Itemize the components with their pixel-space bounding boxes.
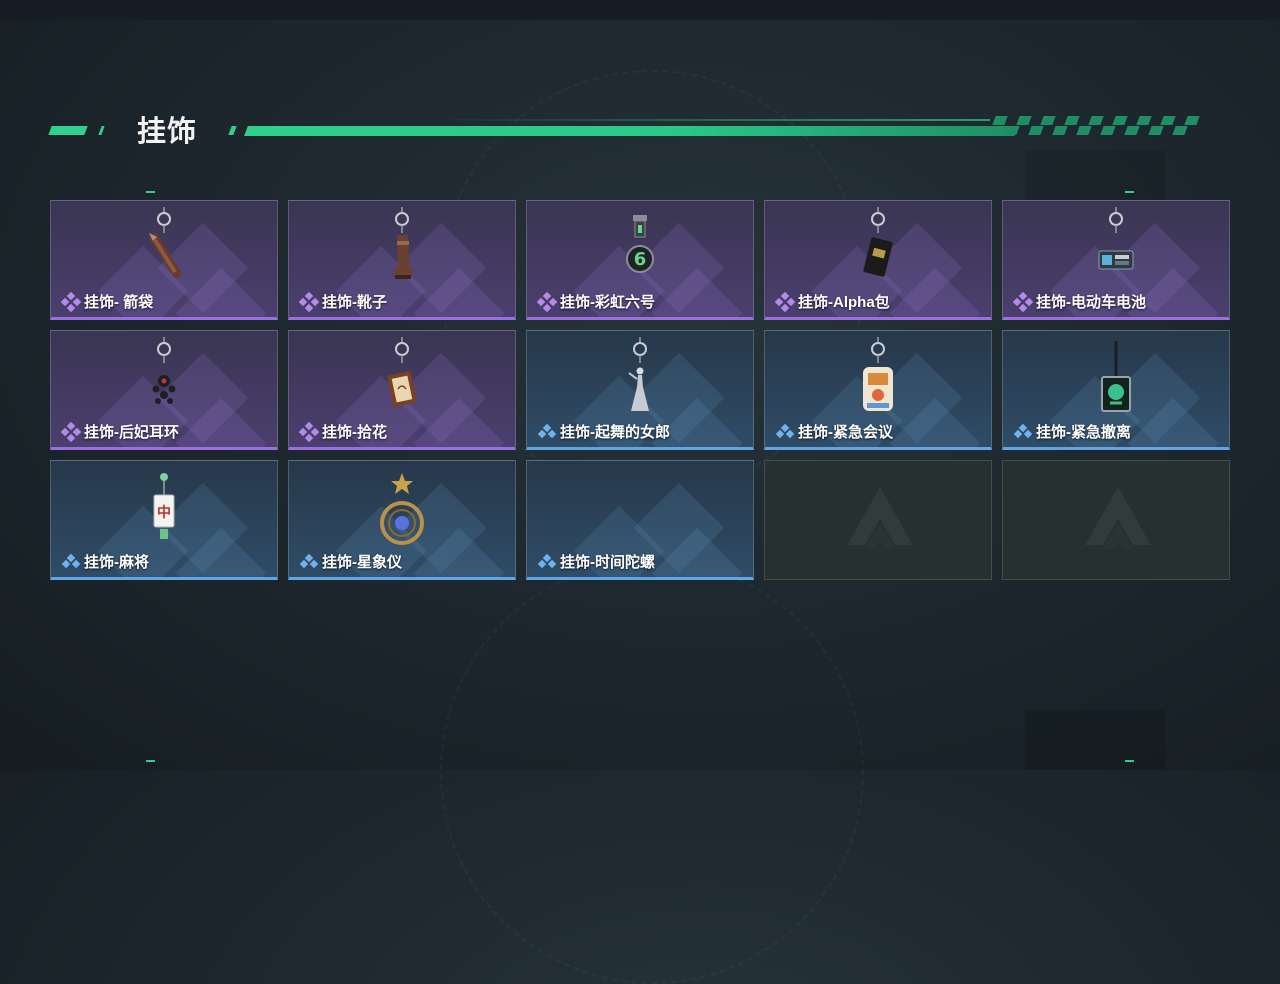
header-accent-dash: [48, 126, 88, 135]
charm-card[interactable]: 挂饰-时间陀螺: [526, 460, 754, 580]
charm-label-row: 挂饰-电动车电池: [1013, 291, 1146, 312]
boot-charm-icon: [394, 207, 413, 279]
corner-tick: [146, 191, 155, 193]
dancing-lady-charm-icon: [628, 337, 649, 411]
purple-rarity-icon: [775, 291, 795, 312]
empty-slot: [1002, 460, 1230, 580]
charm-card[interactable]: 挂饰- 箭袋: [50, 200, 278, 320]
charm-name: 挂饰-时间陀螺: [560, 554, 655, 571]
astrolabe-charm-icon: [380, 473, 424, 545]
charm-card[interactable]: 挂饰-电动车电池: [1002, 200, 1230, 320]
header-checker-pattern: [990, 116, 1200, 136]
charm-name: 挂饰-彩虹六号: [560, 294, 655, 311]
mahjong-charm-icon: 中: [153, 473, 175, 539]
charm-label-row: 挂饰-麻将: [61, 551, 149, 572]
header-accent-bar: [244, 126, 1018, 136]
charm-label-row: 挂饰-紧急会议: [775, 421, 893, 442]
purple-rarity-icon: [61, 421, 81, 442]
emergency-evac-charm-icon: [1101, 341, 1131, 412]
ev-battery-charm-icon: [1098, 207, 1134, 270]
charm-name: 挂饰- 箭袋: [84, 294, 154, 311]
header-accent-line: [430, 119, 990, 121]
charm-label-row: 挂饰-拾花: [299, 421, 387, 442]
charm-name: 挂饰-星象仪: [322, 554, 402, 571]
charm-label-row: 挂饰-星象仪: [299, 551, 402, 572]
header-accent-dash: [98, 126, 105, 135]
charm-card[interactable]: 挂饰-Alpha包: [764, 200, 992, 320]
charm-label-row: 挂饰-靴子: [299, 291, 387, 312]
empty-slot: [764, 460, 992, 580]
charm-card[interactable]: 挂饰-拾花: [288, 330, 516, 450]
charm-name: 挂饰-起舞的女郎: [560, 424, 670, 441]
purple-rarity-icon: [61, 291, 81, 312]
charm-card[interactable]: 挂饰-靴子: [288, 200, 516, 320]
blue-rarity-icon: [1013, 423, 1033, 438]
blue-rarity-icon: [61, 553, 81, 568]
blue-rarity-icon: [537, 553, 557, 568]
corner-tick: [1125, 760, 1134, 762]
purple-rarity-icon: [1013, 291, 1033, 312]
svg-text:中: 中: [157, 504, 171, 521]
charm-name: 挂饰-麻将: [84, 554, 149, 571]
charm-card[interactable]: 挂饰-起舞的女郎: [526, 330, 754, 450]
empty-slot-logo-icon: [1085, 487, 1151, 555]
section-title: 挂饰: [137, 116, 198, 148]
charm-card[interactable]: 挂饰-紧急会议: [764, 330, 992, 450]
charm-label-row: 挂饰-彩虹六号: [537, 291, 655, 312]
charm-label-row: 挂饰-后妃耳环: [61, 421, 179, 442]
corner-tick: [1125, 191, 1134, 193]
charm-card[interactable]: 6 挂饰-彩虹六号: [526, 200, 754, 320]
purple-rarity-icon: [299, 421, 319, 442]
charm-name: 挂饰-电动车电池: [1036, 294, 1146, 311]
background-block: [1025, 710, 1165, 770]
emergency-meeting-charm-icon: [863, 337, 893, 411]
purple-rarity-icon: [299, 291, 319, 312]
charm-card[interactable]: 挂饰-星象仪: [288, 460, 516, 580]
empty-slot-logo-icon: [847, 487, 913, 555]
charm-name: 挂饰-Alpha包: [798, 294, 890, 311]
charm-name: 挂饰-紧急会议: [798, 424, 893, 441]
charm-label-row: 挂饰- 箭袋: [61, 291, 153, 312]
charm-grid: 挂饰- 箭袋 挂饰-靴子 6 挂饰-彩虹六号 挂饰-Alpha包 挂饰-电动车电…: [50, 200, 1230, 580]
top-bar: [0, 0, 1280, 20]
charm-name: 挂饰-拾花: [322, 424, 387, 441]
blue-rarity-icon: [537, 423, 557, 438]
blue-rarity-icon: [299, 553, 319, 568]
charm-card[interactable]: 挂饰-后妃耳环: [50, 330, 278, 450]
charm-name: 挂饰-紧急撤离: [1036, 424, 1131, 441]
charm-card[interactable]: 中 挂饰-麻将: [50, 460, 278, 580]
charm-label-row: 挂饰-Alpha包: [775, 291, 890, 312]
charm-label-row: 挂饰-时间陀螺: [537, 551, 655, 572]
svg-text:6: 6: [634, 249, 647, 270]
purple-rarity-icon: [537, 291, 557, 312]
charm-name: 挂饰-靴子: [322, 294, 387, 311]
corner-tick: [146, 760, 155, 762]
flower-frame-charm-icon: [387, 337, 417, 407]
charm-name: 挂饰-后妃耳环: [84, 424, 179, 441]
charm-card[interactable]: 挂饰-紧急撤离: [1002, 330, 1230, 450]
charm-label-row: 挂饰-紧急撤离: [1013, 421, 1131, 442]
rainbow-six-charm-icon: 6: [626, 215, 654, 273]
quiver-charm-icon: [149, 207, 182, 279]
header-accent-dash: [228, 126, 237, 135]
blue-rarity-icon: [775, 423, 795, 438]
background-ring: [440, 560, 864, 984]
alpha-pack-charm-icon: [863, 207, 893, 277]
earring-charm-icon: [152, 337, 176, 404]
charm-label-row: 挂饰-起舞的女郎: [537, 421, 670, 442]
